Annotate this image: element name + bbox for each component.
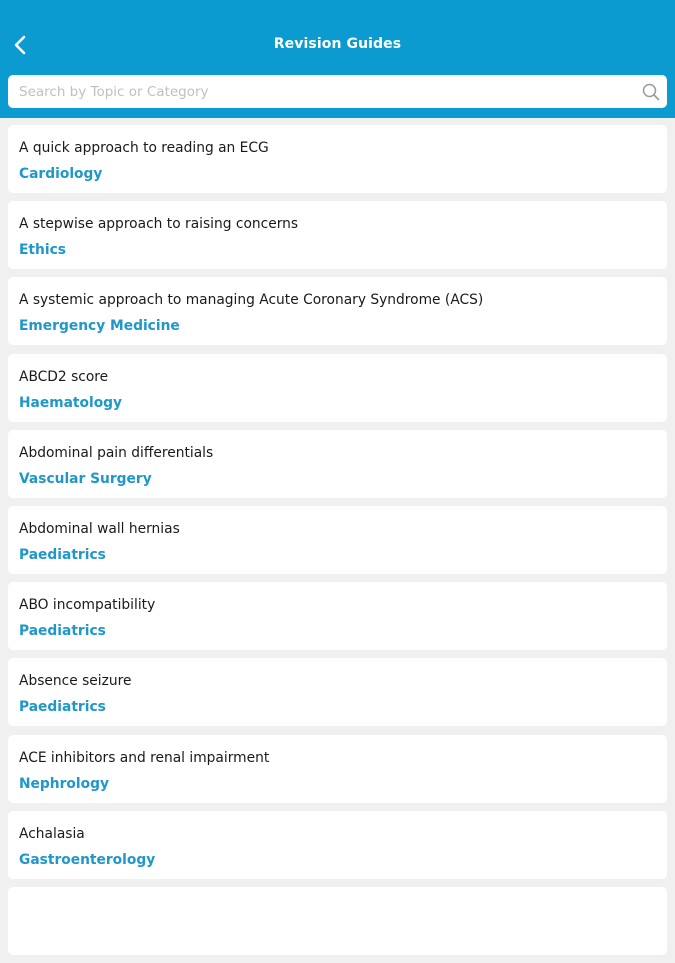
guide-category: Emergency Medicine (19, 318, 180, 335)
guide-category: Paediatrics (19, 699, 106, 716)
list-item[interactable]: Absence seizure Paediatrics (8, 658, 667, 727)
list-item[interactable]: Achalasia Gastroenterology (8, 810, 667, 879)
list-item[interactable]: A quick approach to reading an ECG Cardi… (8, 125, 667, 193)
guide-title: Absence seizure (19, 673, 132, 690)
list-item[interactable]: ACE inhibitors and renal impairment Neph… (8, 734, 667, 803)
list-item[interactable]: Abdominal wall hernias Paediatrics (8, 505, 667, 574)
guide-title: Achalasia (19, 825, 85, 842)
list-item[interactable]: A stepwise approach to raising concerns … (8, 201, 667, 270)
guide-category: Ethics (19, 242, 66, 259)
guide-category: Vascular Surgery (19, 470, 152, 487)
guide-title: ABO incompatibility (19, 597, 156, 614)
search-input[interactable] (8, 75, 628, 108)
search-bar[interactable] (8, 75, 667, 108)
top-bar: Revision Guides (0, 0, 675, 118)
guide-list: A quick approach to reading an ECG Cardi… (8, 125, 667, 963)
list-item[interactable] (8, 886, 667, 955)
guide-title: A stepwise approach to raising concerns (19, 216, 299, 233)
list-item[interactable]: A systemic approach to managing Acute Co… (8, 277, 667, 346)
list-item[interactable]: Abdominal pain differentials Vascular Su… (8, 429, 667, 498)
guide-category: Nephrology (19, 775, 109, 792)
guide-title: A quick approach to reading an ECG (19, 140, 269, 156)
guide-category: Haematology (19, 394, 123, 411)
page-title: Revision Guides (273, 36, 402, 52)
guide-title: Abdominal pain differentials (19, 444, 214, 461)
list-item[interactable]: ABCD2 score Haematology (8, 353, 667, 422)
guide-title: Abdominal wall hernias (19, 520, 180, 537)
search-icon[interactable] (642, 83, 660, 101)
guide-title: A systemic approach to managing Acute Co… (19, 292, 484, 309)
guide-category: Paediatrics (19, 623, 106, 640)
guide-title: ABCD2 score (19, 368, 109, 385)
list-item[interactable]: ABO incompatibility Paediatrics (8, 582, 667, 651)
guide-category: Cardiology (19, 166, 103, 182)
guide-title: ACE inhibitors and renal impairment (19, 749, 270, 766)
guide-category: Paediatrics (19, 546, 106, 563)
guide-category: Gastroenterology (19, 851, 156, 868)
